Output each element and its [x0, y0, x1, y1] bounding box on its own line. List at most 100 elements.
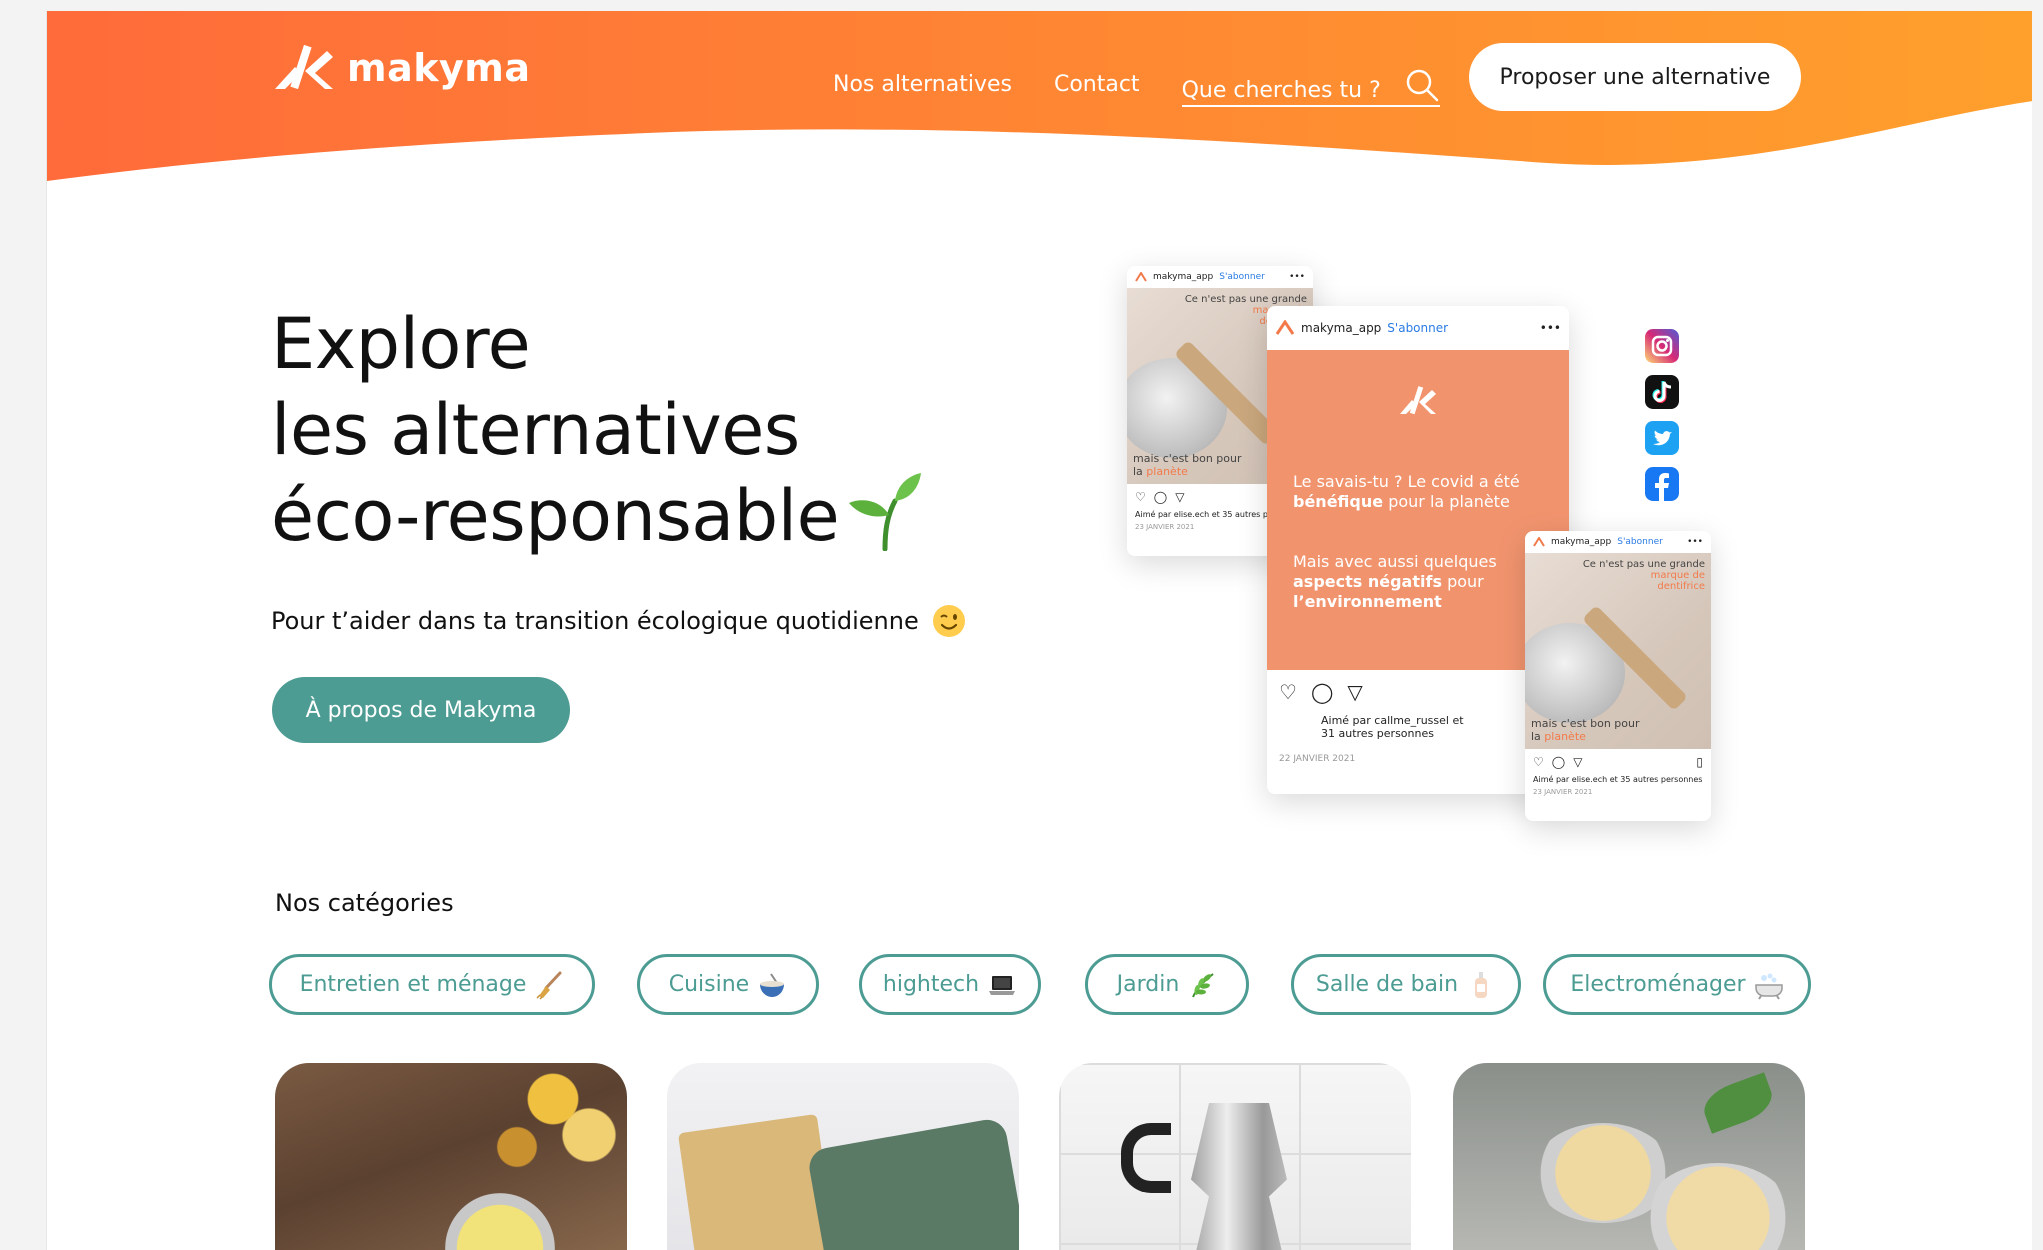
facebook-icon[interactable]: [1645, 467, 1679, 501]
post-follow: S'abonner: [1387, 321, 1449, 335]
search-box: [1181, 61, 1440, 107]
wax-tin: [445, 1193, 555, 1250]
hero-title-line-1: Explore: [271, 303, 531, 385]
post-text-bottom-prefix: la: [1531, 730, 1541, 743]
post-text-top: Ce n'est pas une grande marque de dentif…: [1583, 559, 1705, 592]
twitter-icon[interactable]: [1645, 421, 1679, 455]
share-icon: ▽: [1347, 680, 1363, 704]
category-chip-label: Entretien et ménage: [299, 972, 527, 997]
post-avatar-icon: [1275, 320, 1295, 335]
herb-icon: [1192, 972, 1214, 997]
post-line-2: bénéfique pour la planète: [1293, 492, 1549, 512]
post-text-bottom-1: mais c'est bon pour: [1531, 717, 1640, 730]
hero-subtitle-text: Pour t’aider dans ta transition écologiq…: [271, 607, 919, 635]
heart-icon: ♡: [1279, 680, 1297, 704]
hero-title-line-3: éco-responsable: [271, 472, 923, 559]
comment-icon: ◯: [1153, 490, 1168, 504]
more-icon: •••: [1289, 272, 1305, 282]
bookmark-icon: ▯: [1696, 755, 1703, 769]
hero-title: Explore les alternatives éco-responsable: [271, 301, 923, 559]
wink-emoji-icon: [932, 605, 965, 637]
post-line-3: Mais avec aussi quelques: [1293, 552, 1497, 571]
post-line-2-bold: bénéfique: [1293, 492, 1384, 511]
post-header: makyma_app S'abonner •••: [1127, 266, 1313, 288]
laptop-icon: [989, 975, 1016, 995]
mockup-post-main: makyma_app S'abonner ••• Le savais-tu ? …: [1267, 306, 1569, 794]
post-text-bottom-accent: planète: [1544, 730, 1586, 743]
post-avatar-icon: [1135, 272, 1147, 282]
post-line-5-bold: l’environnement: [1293, 592, 1442, 611]
hero-subtitle: Pour t’aider dans ta transition écologiq…: [271, 603, 967, 639]
category-chip-label: Salle de bain: [1315, 972, 1459, 997]
page: makyma Nos alternatives Contact Proposer…: [46, 11, 2032, 1250]
logo-text: makyma: [347, 46, 531, 90]
propose-alternative-button[interactable]: Proposer une alternative: [1469, 43, 1801, 111]
dried-flowers: [445, 1063, 625, 1183]
post-account: makyma_app: [1301, 321, 1382, 335]
post-account: makyma_app: [1551, 537, 1612, 547]
bathtub-icon: [1754, 973, 1783, 1000]
post-likes: Aimé par callme_russel et 31 autres pers…: [1267, 714, 1569, 740]
post-image: Ce n'est pas une grande marque de dentif…: [1525, 553, 1711, 749]
category-chip-electromenager[interactable]: Electroménager: [1543, 954, 1811, 1015]
about-makyma-button[interactable]: À propos de Makyma: [272, 677, 570, 743]
post-actions: ♡ ◯ ▽ ▯: [1525, 749, 1711, 775]
comment-icon: ◯: [1551, 755, 1566, 769]
category-chip-entretien[interactable]: Entretien et ménage: [269, 954, 595, 1015]
nav-link-alternatives[interactable]: Nos alternatives: [833, 72, 1012, 97]
post-line-1: Le savais-tu ? Le covid a été: [1293, 472, 1520, 491]
mockup-post-right: makyma_app S'abonner ••• Ce n'est pas un…: [1525, 531, 1711, 821]
post-line-5: l’environnement: [1293, 592, 1549, 612]
post-avatar-icon: [1533, 537, 1545, 547]
category-chip-hightech[interactable]: hightech: [859, 954, 1041, 1015]
balm-tins-image[interactable]: [1453, 1063, 1805, 1250]
tiktok-icon[interactable]: [1645, 375, 1679, 409]
instagram-icon[interactable]: [1645, 329, 1679, 363]
logo[interactable]: makyma: [271, 41, 531, 95]
bowl-icon: [760, 972, 785, 997]
post-image: Le savais-tu ? Le covid a été bénéfique …: [1267, 350, 1569, 670]
search-icon[interactable]: [1404, 67, 1440, 103]
more-icon: •••: [1539, 321, 1561, 335]
sprout-icon: [849, 472, 922, 551]
heart-icon: ♡: [1135, 490, 1146, 504]
post-text-bottom: mais c'est bon pour la planète: [1133, 452, 1242, 478]
post-line-2-rest: pour la planète: [1388, 492, 1510, 511]
coffee-maker-image[interactable]: [1059, 1063, 1411, 1250]
post-header: makyma_app S'abonner •••: [1267, 306, 1569, 350]
post-text-bottom: mais c'est bon pour la planète: [1531, 717, 1640, 743]
post-likes-line-1: Aimé par callme_russel et: [1321, 714, 1464, 727]
nav-link-contact[interactable]: Contact: [1054, 72, 1140, 97]
heart-icon: ♡: [1533, 755, 1544, 769]
search-input[interactable]: [1181, 63, 1392, 103]
share-icon: ▽: [1573, 755, 1583, 769]
categories-title: Nos catégories: [275, 889, 454, 917]
makyma-logo-icon: [1400, 386, 1436, 415]
share-icon: ▽: [1175, 490, 1185, 504]
broom-icon: [536, 971, 562, 1000]
post-actions: ♡ ◯ ▽: [1267, 670, 1569, 714]
flowers-wax-image[interactable]: [275, 1063, 627, 1250]
category-chip-label: Electroménager: [1570, 972, 1746, 997]
post-follow: S'abonner: [1617, 537, 1663, 547]
category-chip-label: Jardin: [1116, 972, 1180, 997]
lotion-bottle-icon: [1475, 971, 1488, 998]
hero-title-line-3-text: éco-responsable: [271, 475, 840, 557]
post-text-bottom-accent: planète: [1146, 465, 1188, 478]
category-chip-label: Cuisine: [668, 972, 750, 997]
post-header: makyma_app S'abonner •••: [1525, 531, 1711, 553]
category-chip-cuisine[interactable]: Cuisine: [637, 954, 819, 1015]
post-account: makyma_app: [1153, 272, 1214, 282]
post-line-4: aspects négatifs pour: [1293, 572, 1549, 592]
post-text-top-1: Ce n'est pas une grande: [1184, 294, 1307, 305]
category-chip-salle-de-bain[interactable]: Salle de bain: [1291, 954, 1521, 1015]
post-line-4-bold: aspects négatifs: [1293, 572, 1442, 591]
comment-icon: ◯: [1310, 680, 1334, 704]
post-text-top-3: dentifrice: [1657, 581, 1705, 592]
main-nav: Nos alternatives Contact: [833, 61, 1440, 107]
makyma-logo-icon: [275, 44, 333, 90]
category-chip-jardin[interactable]: Jardin: [1085, 954, 1249, 1015]
post-text-top-2: marque de: [1650, 570, 1705, 581]
soap-image[interactable]: [667, 1063, 1019, 1250]
post-likes-line-2: 31 autres personnes: [1321, 727, 1434, 740]
